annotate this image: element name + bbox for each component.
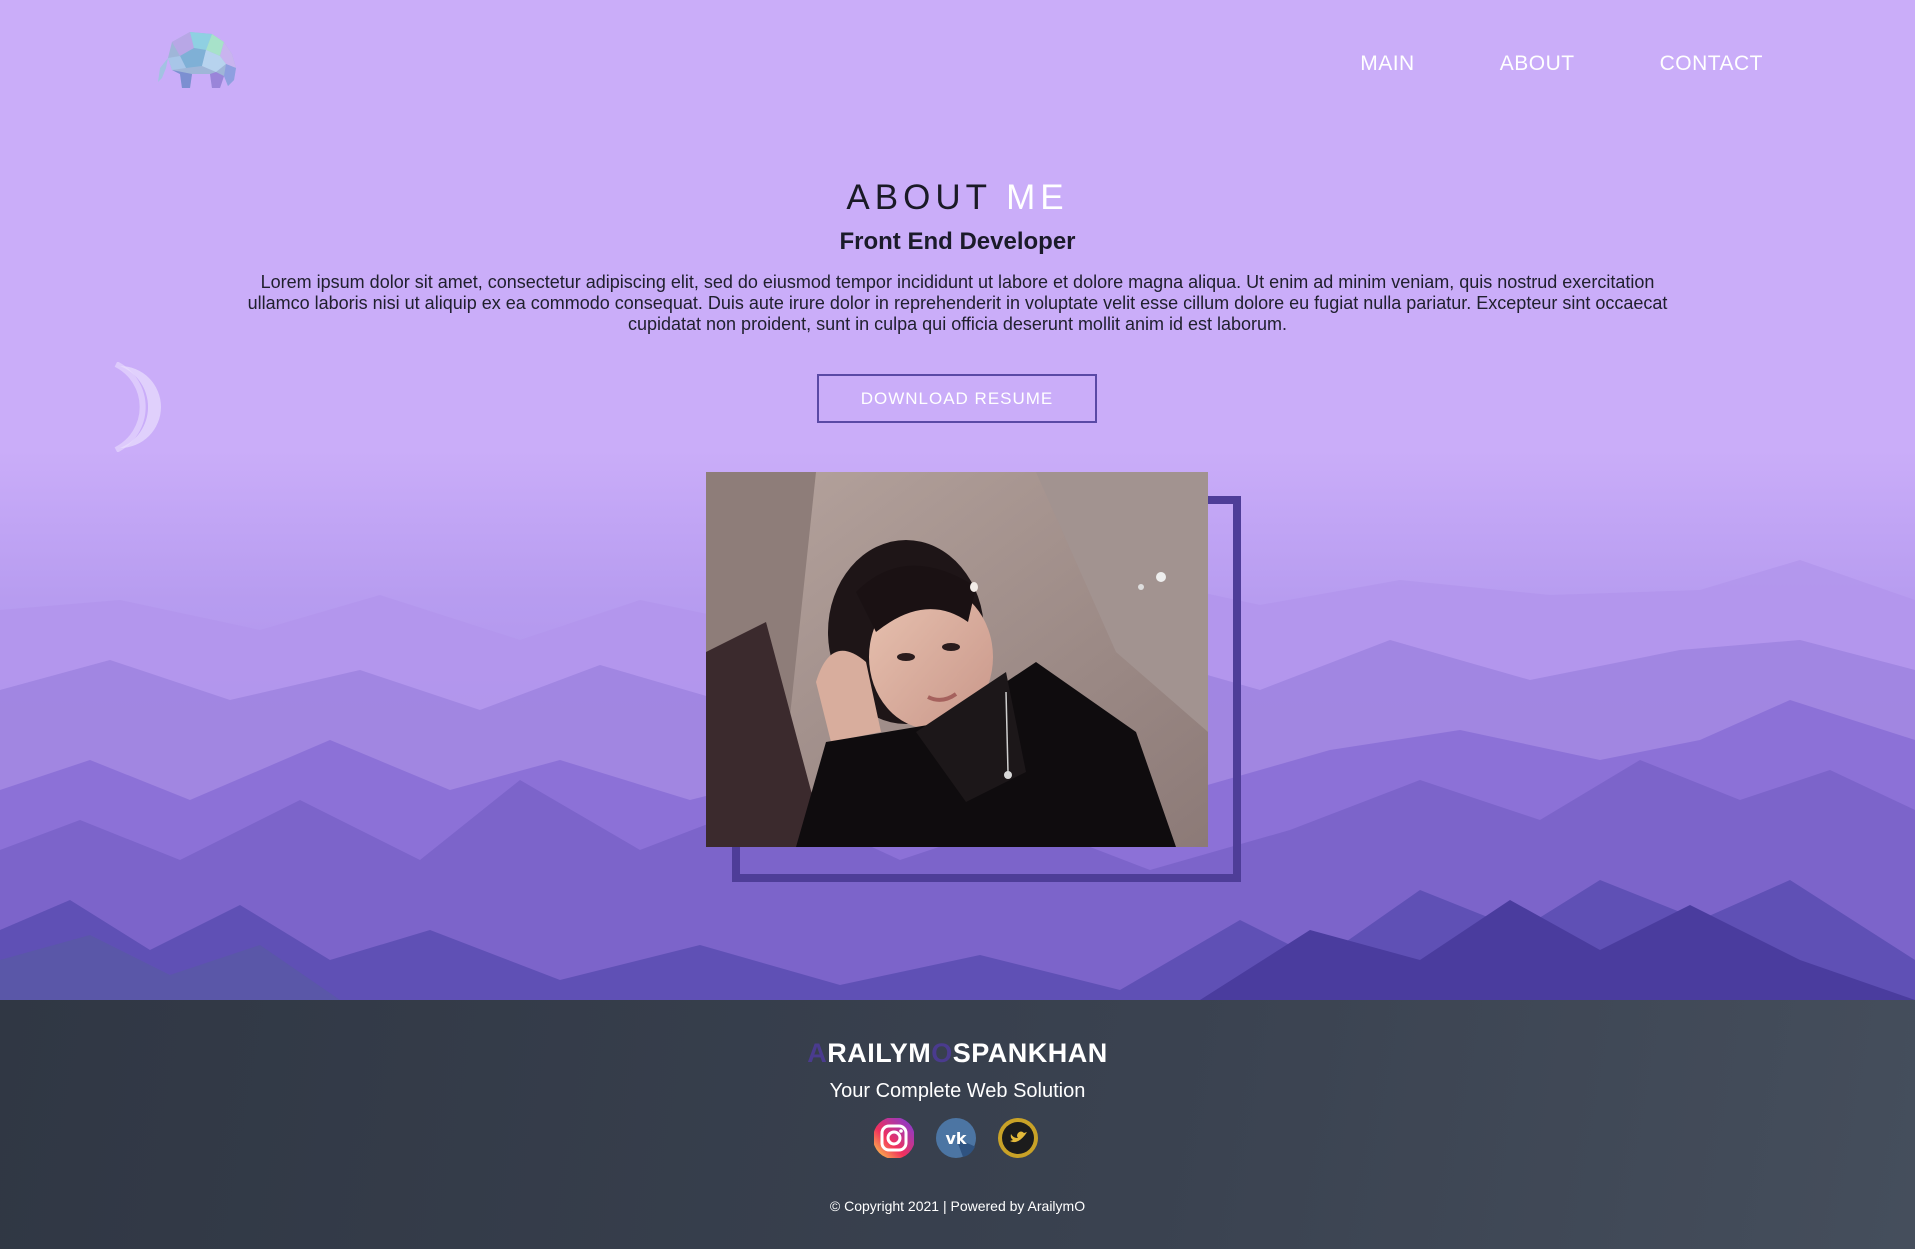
twitter-icon[interactable] — [997, 1117, 1039, 1159]
nav-about-link[interactable]: ABOUT — [1500, 52, 1575, 76]
download-resume-button[interactable]: DOWNLOAD RESUME — [817, 374, 1097, 423]
about-description: Lorem ipsum dolor sit amet, consectetur … — [247, 272, 1668, 334]
about-heading: ABOUT ME — [0, 178, 1915, 218]
brand-first-name: RAILYM — [827, 1038, 932, 1068]
moon-icon — [114, 362, 161, 452]
instagram-icon[interactable] — [873, 1117, 915, 1159]
svg-text:vk: vk — [945, 1129, 966, 1148]
about-heading-accent: ME — [1006, 178, 1069, 217]
about-section: ABOUT ME Front End Developer Lorem ipsum… — [0, 178, 1915, 335]
elephant-logo-icon[interactable] — [150, 28, 244, 92]
profile-photo — [706, 472, 1208, 847]
brand-last-name: SPANKHAN — [952, 1038, 1108, 1068]
copyright-text: © Copyright 2021 | Powered by ArailymO — [829, 1198, 1086, 1214]
footer: ARAILYMOSPANKHAN Your Complete Web Solut… — [0, 1000, 1915, 1249]
brand-initial-a: A — [807, 1038, 828, 1068]
footer-tagline: Your Complete Web Solution — [829, 1080, 1086, 1102]
about-heading-main: ABOUT — [846, 178, 992, 217]
nav-main-link[interactable]: MAIN — [1360, 52, 1415, 76]
brand-initial-o: O — [931, 1038, 953, 1068]
job-title: Front End Developer — [839, 228, 1076, 255]
vk-icon[interactable]: vk — [935, 1117, 977, 1159]
nav-contact-link[interactable]: CONTACT — [1660, 52, 1763, 76]
main-nav: MAIN ABOUT CONTACT — [1275, 52, 1763, 76]
footer-brand: ARAILYMOSPANKHAN — [0, 1038, 1915, 1069]
social-links: vk — [873, 1117, 1039, 1159]
